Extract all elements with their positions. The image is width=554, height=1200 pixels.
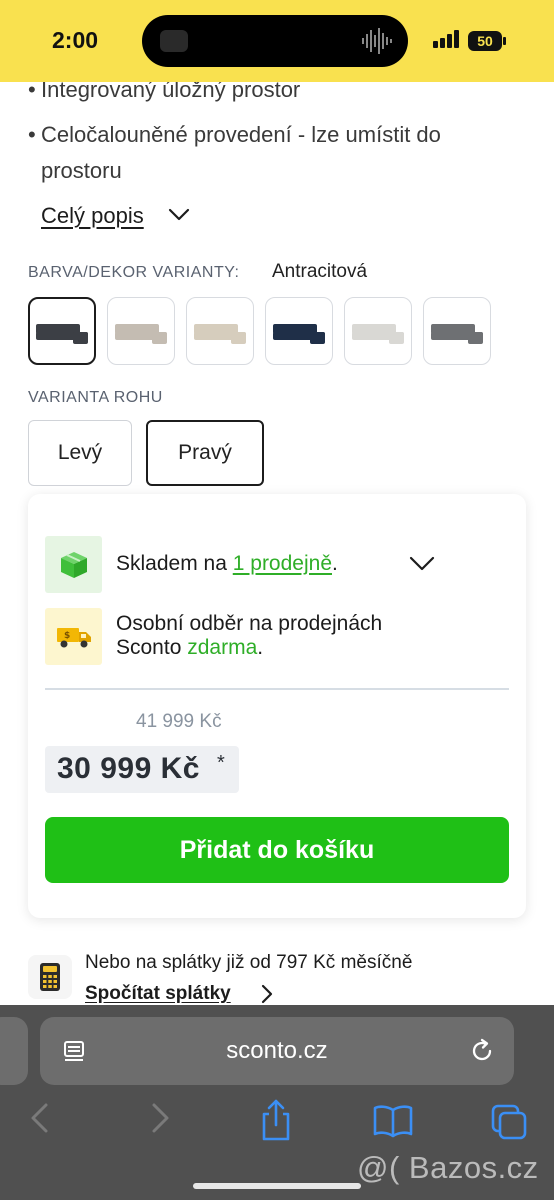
color-swatch-antracit[interactable] — [28, 297, 96, 365]
app-activity-icon — [160, 30, 188, 52]
divider — [45, 688, 509, 690]
pickup-line-1: Osobní odběr na prodejnách — [116, 612, 383, 635]
sofa-thumbnail-icon — [115, 324, 167, 344]
svg-text:$: $ — [64, 631, 70, 641]
chevron-down-icon[interactable] — [168, 208, 190, 222]
battery-indicator: 50 — [468, 31, 506, 51]
bullet-text: Celočalouněné provedení - lze umístit do… — [41, 122, 441, 183]
stock-suffix: . — [332, 552, 338, 575]
dynamic-island — [142, 15, 408, 67]
forward-arrow-icon[interactable] — [148, 1102, 172, 1134]
color-variant-value: Antracitová — [272, 261, 368, 282]
status-time: 2:00 — [52, 27, 99, 53]
pickup-line-2: Sconto zdarma. — [116, 636, 496, 660]
chevron-right-icon[interactable] — [259, 983, 275, 1005]
calculator-icon — [28, 955, 72, 999]
bullet-glyph: • — [28, 122, 36, 147]
previous-tab-preview[interactable] — [0, 1017, 28, 1085]
store-count-link[interactable]: 1 prodejně — [233, 552, 332, 575]
home-indicator[interactable] — [193, 1183, 361, 1189]
url-text[interactable]: sconto.cz — [40, 1037, 514, 1065]
pickup-free: zdarma — [187, 636, 258, 659]
corner-option-left[interactable]: Levý — [28, 420, 132, 486]
reload-icon[interactable] — [468, 1037, 496, 1065]
purchase-card: Skladem na 1 prodejně. $ Osobní odběr na… — [28, 494, 526, 918]
color-variant-label: BARVA/DEKOR VARIANTY: — [28, 264, 240, 281]
browser-toolbar: sconto.cz @( Bazos.cz — [0, 1005, 554, 1200]
calculate-installments-link[interactable]: Spočítat splátky — [85, 983, 231, 1005]
sofa-thumbnail-icon — [431, 324, 483, 344]
color-swatch-list — [28, 297, 491, 365]
audio-wave-icon — [362, 28, 392, 54]
corner-option-list: Levý Pravý — [28, 420, 264, 486]
chevron-down-icon[interactable] — [408, 555, 436, 573]
sofa-thumbnail-icon — [273, 324, 325, 344]
sofa-thumbnail-icon — [194, 324, 246, 344]
color-swatch-navy[interactable] — [265, 297, 333, 365]
delivery-truck-icon: $ — [45, 608, 102, 665]
address-bar[interactable]: sconto.cz — [40, 1017, 514, 1085]
stock-status: Skladem na 1 prodejně. — [116, 552, 338, 576]
current-price: 30 999 Kč — [57, 752, 200, 785]
color-swatch-grey[interactable] — [423, 297, 491, 365]
original-price: 41 999 Kč — [136, 711, 222, 732]
color-swatch-beige[interactable] — [107, 297, 175, 365]
share-icon[interactable] — [258, 1098, 294, 1142]
back-arrow-icon[interactable] — [28, 1102, 52, 1134]
cellular-signal-icon — [433, 30, 459, 48]
price-box: 30 999 Kč * — [45, 746, 239, 793]
add-to-cart-button[interactable]: Přidat do košíku — [45, 817, 509, 883]
stock-box-icon — [45, 536, 102, 593]
bazos-watermark: @( Bazos.cz — [357, 1150, 539, 1185]
sofa-thumbnail-icon — [352, 324, 404, 344]
pickup-suffix: . — [257, 636, 264, 659]
sofa-thumbnail-icon — [36, 324, 88, 344]
corner-option-right[interactable]: Pravý — [146, 420, 264, 486]
corner-variant-label: VARIANTA ROHU — [28, 389, 163, 406]
color-swatch-light-grey[interactable] — [344, 297, 412, 365]
product-page: 2:00 50 • Integrovaný úložný prostor • C… — [0, 0, 554, 1200]
status-bar: 2:00 50 — [0, 0, 554, 82]
installment-info: Nebo na splátky již od 797 Kč měsíčně — [85, 952, 413, 973]
pickup-brand: Sconto — [116, 636, 182, 659]
stock-prefix: Skladem na — [116, 552, 227, 575]
full-description-link[interactable]: Celý popis — [41, 203, 144, 229]
bookmarks-icon[interactable] — [372, 1104, 414, 1138]
tabs-icon[interactable] — [490, 1103, 528, 1141]
price-footnote: * — [217, 752, 225, 774]
pickup-info: Osobní odběr na prodejnách Sconto zdarma… — [116, 612, 496, 660]
color-swatch-cream[interactable] — [186, 297, 254, 365]
